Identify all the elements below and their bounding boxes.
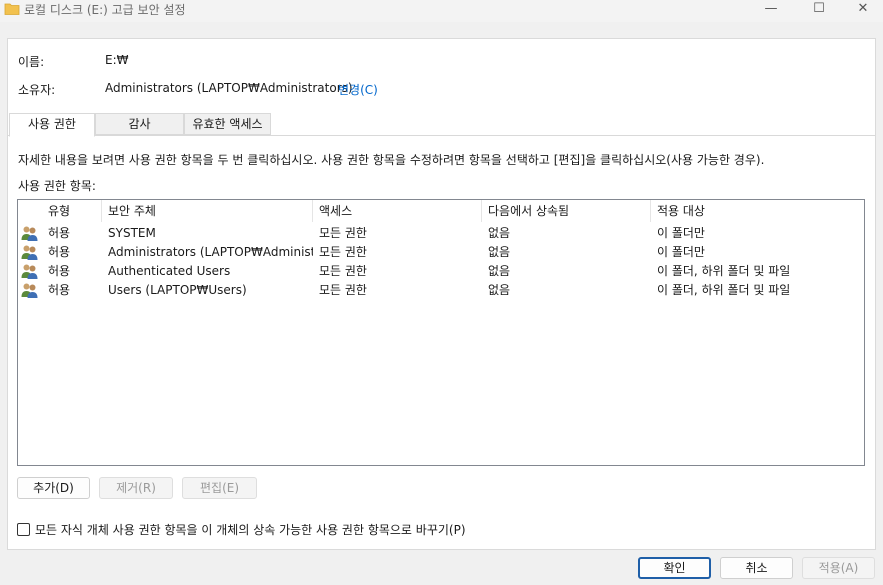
row-access: 모든 권한 [319, 245, 367, 259]
permission-row[interactable]: 허용 Authenticated Users 모든 권한 없음 이 폴더, 하위… [18, 262, 864, 281]
row-applies-to: 이 폴더, 하위 폴더 및 파일 [657, 283, 791, 297]
permission-row[interactable]: 허용 Administrators (LAPTOP₩Administr... 모… [18, 243, 864, 262]
change-owner-link[interactable]: 변경(C) [338, 81, 378, 98]
name-label: 이름: [18, 55, 45, 69]
user-group-icon [21, 226, 38, 241]
row-principal: Administrators (LAPTOP₩Administr... [108, 245, 313, 259]
row-type: 허용 [48, 264, 71, 278]
column-header-applies-to[interactable]: 적용 대상 [651, 200, 864, 222]
add-button[interactable]: 추가(D) [17, 477, 90, 499]
row-access: 모든 권한 [319, 283, 367, 297]
row-applies-to: 이 폴더만 [657, 226, 705, 240]
permission-entries-list[interactable]: 유형 보안 주체 액세스 다음에서 상속됨 적용 대상 허용 SYSTEM 모든… [17, 199, 865, 466]
row-inherited-from: 없음 [488, 226, 511, 240]
column-header-inherited-from[interactable]: 다음에서 상속됨 [482, 200, 651, 222]
row-applies-to: 이 폴더만 [657, 245, 705, 259]
row-type: 허용 [48, 226, 71, 240]
row-inherited-from: 없음 [488, 264, 511, 278]
row-inherited-from: 없음 [488, 283, 511, 297]
permission-entries-label: 사용 권한 항목: [18, 179, 96, 193]
minimize-button[interactable]: — [748, 0, 794, 22]
window-title: 로컬 디스크 (E:) 고급 보안 설정 [24, 3, 186, 17]
replace-child-permissions-label: 모든 자식 개체 사용 권한 항목을 이 개체의 상속 가능한 사용 권한 항목… [35, 523, 466, 537]
permission-row[interactable]: 허용 Users (LAPTOP₩Users) 모든 권한 없음 이 폴더, 하… [18, 281, 864, 300]
row-principal: SYSTEM [108, 226, 156, 240]
row-access: 모든 권한 [319, 264, 367, 278]
edit-button[interactable]: 편집(E) [182, 477, 257, 499]
tab-effective-access[interactable]: 유효한 액세스 [184, 113, 271, 135]
tab-permissions[interactable]: 사용 권한 [9, 113, 95, 137]
column-header-principal[interactable]: 보안 주체 [102, 200, 313, 222]
apply-button[interactable]: 적용(A) [802, 557, 875, 579]
user-group-icon [21, 283, 38, 298]
row-access: 모든 권한 [319, 226, 367, 240]
row-type: 허용 [48, 245, 71, 259]
row-applies-to: 이 폴더, 하위 폴더 및 파일 [657, 264, 791, 278]
owner-label: 소유자: [18, 83, 56, 97]
tab-divider [8, 135, 875, 136]
row-type: 허용 [48, 283, 71, 297]
cancel-button[interactable]: 취소 [720, 557, 793, 579]
title-bar: 로컬 디스크 (E:) 고급 보안 설정 — ☐ ✕ [0, 0, 883, 22]
main-panel: 이름: E:₩ 소유자: Administrators (LAPTOP₩Admi… [7, 38, 876, 550]
user-group-icon [21, 264, 38, 279]
folder-icon [4, 3, 20, 15]
permission-row[interactable]: 허용 SYSTEM 모든 권한 없음 이 폴더만 [18, 224, 864, 243]
replace-child-permissions-checkbox[interactable] [17, 523, 30, 536]
instructions-text: 자세한 내용을 보려면 사용 권한 항목을 두 번 클릭하십시오. 사용 권한 … [18, 153, 765, 167]
maximize-button[interactable]: ☐ [796, 0, 842, 22]
remove-button[interactable]: 제거(R) [99, 477, 173, 499]
column-header-type[interactable]: 유형 [42, 200, 102, 222]
ok-button[interactable]: 확인 [638, 557, 711, 579]
row-principal: Authenticated Users [108, 264, 231, 278]
owner-value: Administrators (LAPTOP₩Administrators) [105, 81, 353, 95]
name-value: E:₩ [105, 53, 129, 67]
close-button[interactable]: ✕ [840, 0, 883, 22]
column-header-access[interactable]: 액세스 [313, 200, 482, 222]
tab-auditing[interactable]: 감사 [95, 113, 184, 135]
user-group-icon [21, 245, 38, 260]
row-principal: Users (LAPTOP₩Users) [108, 283, 247, 297]
row-inherited-from: 없음 [488, 245, 511, 259]
